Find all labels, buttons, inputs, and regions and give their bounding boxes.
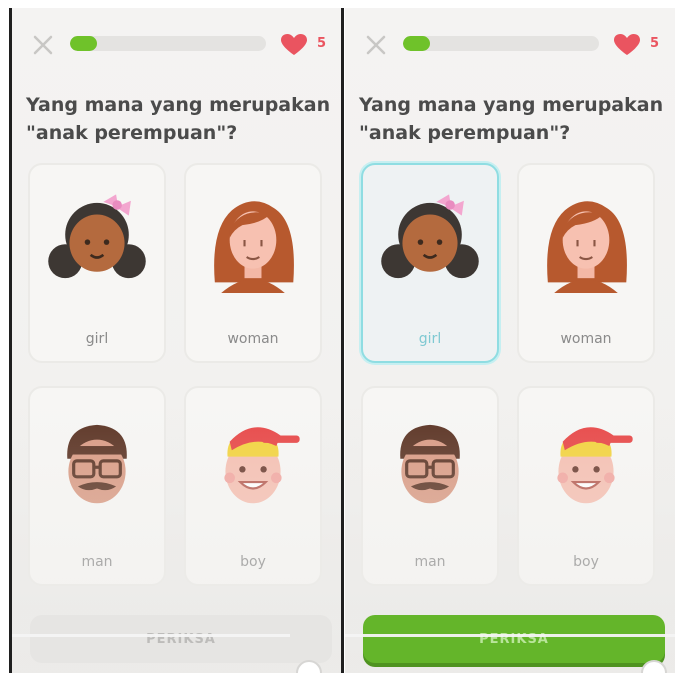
option-card-woman[interactable]: woman bbox=[184, 163, 322, 363]
option-label: woman bbox=[227, 331, 279, 347]
option-card-boy[interactable]: boy bbox=[517, 386, 655, 586]
boy-avatar-icon bbox=[200, 410, 306, 516]
lesson-progress-bar bbox=[403, 36, 599, 51]
option-card-girl[interactable]: girl bbox=[28, 163, 166, 363]
option-card-woman[interactable]: woman bbox=[517, 163, 655, 363]
option-label: man bbox=[414, 554, 446, 570]
boy-avatar-icon bbox=[533, 410, 639, 516]
close-icon[interactable] bbox=[365, 34, 387, 56]
scrub-handle[interactable] bbox=[641, 660, 667, 673]
man-avatar-icon bbox=[377, 410, 483, 516]
close-icon[interactable] bbox=[32, 34, 54, 56]
lesson-progress-bar bbox=[70, 36, 266, 51]
check-button-active[interactable]: PERIKSA bbox=[363, 615, 665, 663]
girl-avatar-icon bbox=[377, 187, 483, 293]
option-card-girl-selected[interactable]: girl bbox=[361, 163, 499, 363]
man-avatar-icon bbox=[44, 410, 150, 516]
option-label: boy bbox=[573, 554, 599, 570]
question-text: Yang mana yang merupakan "anak perempuan… bbox=[359, 94, 664, 144]
check-button-disabled[interactable]: PERIKSA bbox=[30, 615, 332, 663]
lesson-screen-before: 5 Yang mana yang merupakan "anak perempu… bbox=[12, 8, 342, 673]
video-scrub-bar[interactable] bbox=[12, 634, 290, 637]
woman-avatar-icon bbox=[533, 187, 639, 293]
option-card-man[interactable]: man bbox=[28, 386, 166, 586]
heart-icon bbox=[281, 34, 307, 55]
lesson-screen-after: 5 Yang mana yang merupakan "anak perempu… bbox=[345, 8, 675, 673]
option-label: man bbox=[81, 554, 113, 570]
option-label: woman bbox=[560, 331, 612, 347]
option-label: girl bbox=[85, 331, 109, 347]
panel-divider bbox=[9, 8, 12, 673]
question-text: Yang mana yang merupakan "anak perempuan… bbox=[26, 94, 331, 144]
panel-divider bbox=[341, 8, 344, 673]
lesson-progress-fill bbox=[403, 36, 431, 51]
lives-count: 5 bbox=[650, 36, 660, 51]
option-card-man[interactable]: man bbox=[361, 386, 499, 586]
woman-avatar-icon bbox=[200, 187, 306, 293]
lesson-progress-fill bbox=[70, 36, 98, 51]
heart-icon bbox=[614, 34, 640, 55]
girl-avatar-icon bbox=[44, 187, 150, 293]
video-scrub-bar[interactable] bbox=[345, 634, 675, 637]
option-label: girl bbox=[418, 331, 442, 347]
option-card-boy[interactable]: boy bbox=[184, 386, 322, 586]
lives-count: 5 bbox=[317, 36, 327, 51]
option-label: boy bbox=[240, 554, 266, 570]
